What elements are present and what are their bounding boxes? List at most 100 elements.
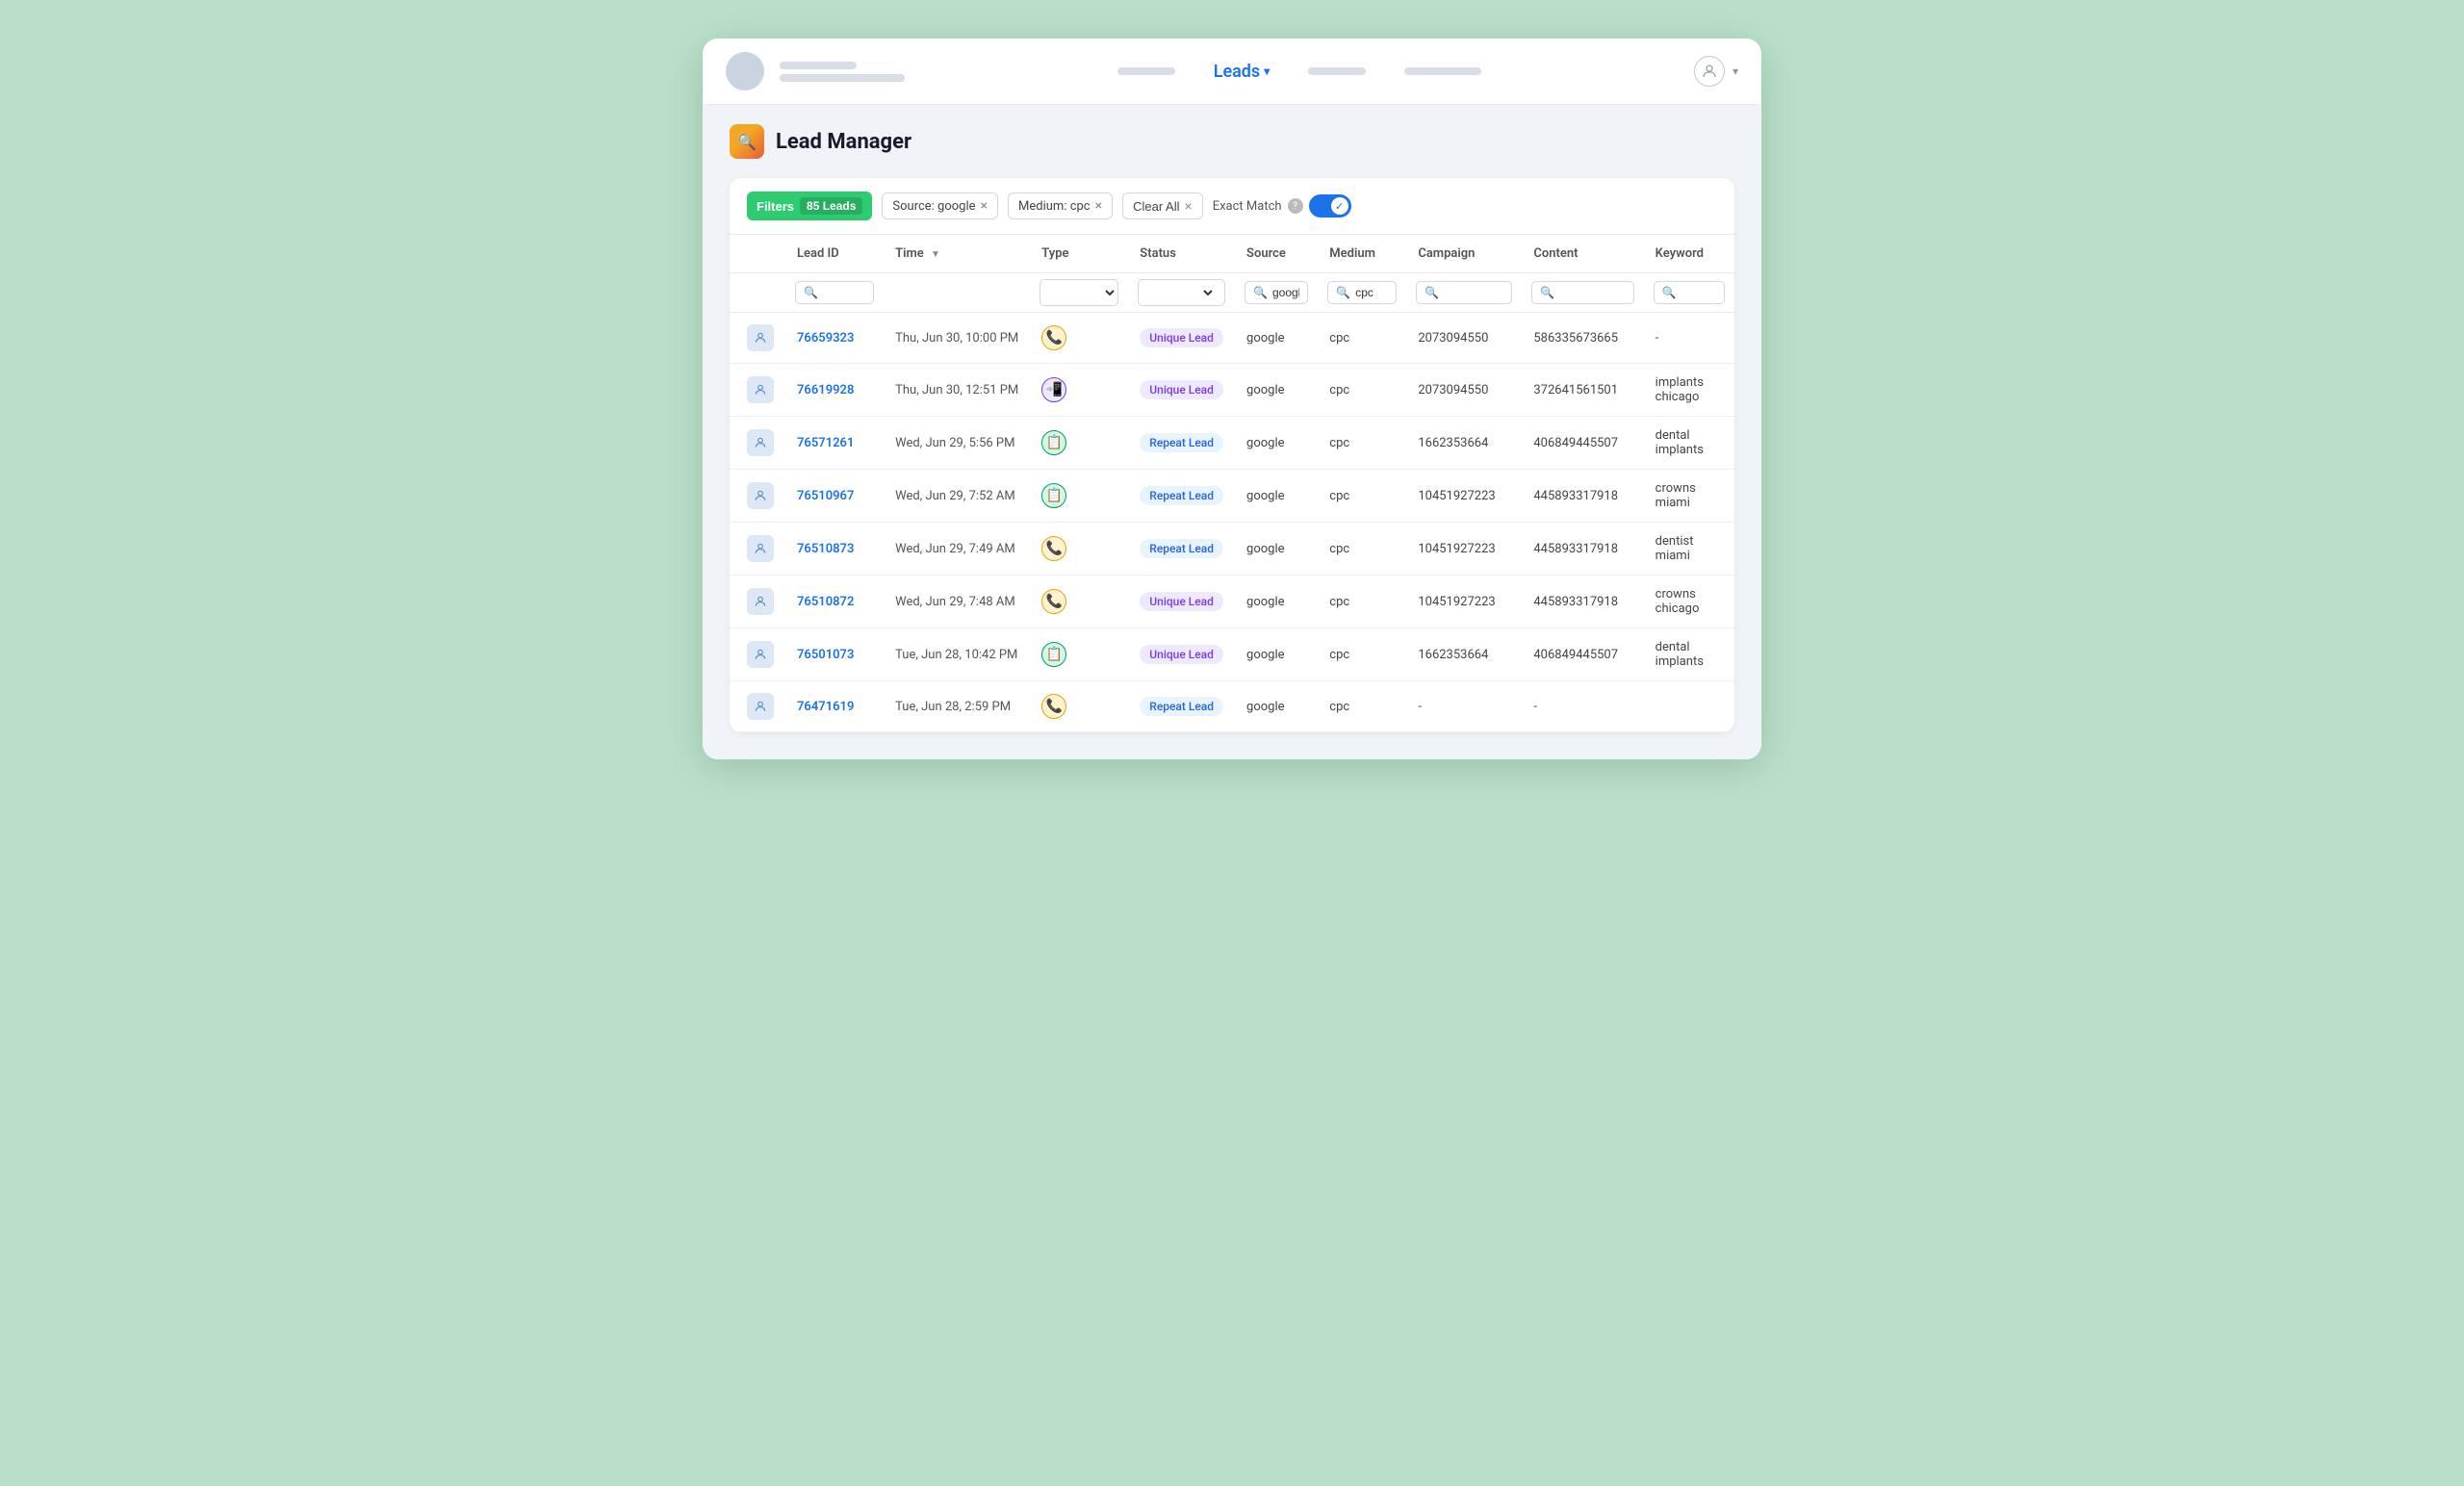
- avatar: [747, 482, 774, 509]
- search-keyword-cell: 🔍: [1644, 273, 1734, 313]
- type-select[interactable]: [1040, 280, 1117, 305]
- col-time[interactable]: Time ▼: [884, 235, 1030, 273]
- row-content-cell: 406849445507: [1522, 417, 1643, 470]
- row-source-cell: google: [1235, 417, 1318, 470]
- row-status-cell: Repeat Lead: [1128, 523, 1235, 576]
- avatar: [747, 588, 774, 615]
- nav-link-1: [1117, 67, 1175, 75]
- lead-id-link[interactable]: 76571261: [797, 436, 854, 450]
- leads-count-badge: 85 Leads: [800, 197, 862, 215]
- lead-id-link[interactable]: 76510873: [797, 542, 854, 556]
- row-type-cell: 📞: [1030, 681, 1128, 732]
- row-time-cell: Tue, Jun 28, 10:42 PM: [884, 628, 1030, 681]
- lead-id-link[interactable]: 76510967: [797, 489, 854, 503]
- search-row: 🔍: [730, 273, 1734, 313]
- filter-bar: Filters 85 Leads Source: google × Medium…: [730, 178, 1734, 235]
- row-content-cell: 372641561501: [1522, 364, 1643, 417]
- row-avatar-cell: [730, 628, 785, 681]
- lead-id-link[interactable]: 76471619: [797, 700, 854, 714]
- medium-filter-tag[interactable]: Medium: cpc ×: [1008, 192, 1113, 219]
- lead-id-search-icon: 🔍: [804, 286, 818, 299]
- exact-match-label: Exact Match: [1213, 199, 1282, 214]
- row-lead-id-cell: 76619928: [785, 364, 884, 417]
- source-filter-remove[interactable]: ×: [981, 198, 988, 214]
- row-medium-cell: cpc: [1318, 576, 1406, 628]
- row-source-cell: google: [1235, 313, 1318, 364]
- nav-link-3: [1404, 67, 1481, 75]
- row-status-cell: Repeat Lead: [1128, 417, 1235, 470]
- filters-label: Filters: [757, 199, 794, 214]
- row-keyword-cell: -: [1644, 313, 1734, 364]
- row-medium-cell: cpc: [1318, 364, 1406, 417]
- row-avatar-cell: [730, 470, 785, 523]
- filters-button[interactable]: Filters 85 Leads: [747, 192, 872, 220]
- type-select-wrap: [1040, 279, 1118, 306]
- row-content-cell: 586335673665: [1522, 313, 1643, 364]
- row-lead-id-cell: 76510967: [785, 470, 884, 523]
- row-type-cell: 📞: [1030, 313, 1128, 364]
- lead-id-link[interactable]: 76501073: [797, 648, 854, 662]
- search-lead-id-cell: 🔍: [785, 273, 884, 313]
- table-row: 76501073 Tue, Jun 28, 10:42 PM 📋 Unique …: [730, 628, 1734, 681]
- status-select-wrap: [1138, 279, 1225, 306]
- avatar: [747, 641, 774, 668]
- nav-link-2: [1308, 67, 1366, 75]
- source-search-input[interactable]: [1272, 286, 1299, 299]
- lead-id-link[interactable]: 76619928: [797, 383, 854, 397]
- lead-id-search-wrap: 🔍: [795, 281, 874, 304]
- clear-all-button[interactable]: Clear All ×: [1122, 192, 1203, 219]
- page-title-row: Lead Manager: [730, 124, 1734, 178]
- nav-title[interactable]: Leads ▾: [1214, 62, 1270, 82]
- keyword-search-icon: 🔍: [1662, 286, 1677, 299]
- campaign-search-wrap: 🔍: [1416, 281, 1512, 304]
- row-type-cell: 📞: [1030, 576, 1128, 628]
- clear-all-x: ×: [1185, 198, 1193, 214]
- keyword-search-wrap: 🔍: [1654, 281, 1725, 304]
- row-campaign-cell: 10451927223: [1406, 523, 1522, 576]
- row-medium-cell: cpc: [1318, 523, 1406, 576]
- row-content-cell: 445893317918: [1522, 576, 1643, 628]
- medium-search-input[interactable]: [1355, 286, 1388, 299]
- search-type-cell: [1030, 273, 1128, 313]
- row-status-cell: Repeat Lead: [1128, 681, 1235, 732]
- medium-filter-remove[interactable]: ×: [1095, 198, 1102, 214]
- row-medium-cell: cpc: [1318, 313, 1406, 364]
- nav-placeholder-lines: [780, 62, 905, 82]
- avatar: [747, 693, 774, 720]
- row-time-cell: Wed, Jun 29, 7:49 AM: [884, 523, 1030, 576]
- keyword-search-input[interactable]: [1681, 286, 1716, 299]
- row-content-cell: 445893317918: [1522, 470, 1643, 523]
- status-badge: Unique Lead: [1140, 645, 1223, 664]
- status-badge: Repeat Lead: [1140, 539, 1223, 558]
- row-avatar-cell: [730, 364, 785, 417]
- row-source-cell: google: [1235, 523, 1318, 576]
- row-source-cell: google: [1235, 470, 1318, 523]
- source-search-icon: 🔍: [1253, 286, 1268, 299]
- row-time-cell: Tue, Jun 28, 2:59 PM: [884, 681, 1030, 732]
- col-source: Source: [1235, 235, 1318, 273]
- lead-id-search-input[interactable]: [823, 286, 865, 299]
- search-source-cell: 🔍: [1235, 273, 1318, 313]
- lead-id-link[interactable]: 76510872: [797, 595, 854, 609]
- row-keyword-cell: implants chicago: [1644, 364, 1734, 417]
- avatar-icon[interactable]: [1694, 56, 1725, 87]
- search-status-cell: [1128, 273, 1235, 313]
- status-badge: Repeat Lead: [1140, 486, 1223, 505]
- avatar: [747, 535, 774, 562]
- nav-line-2: [780, 74, 905, 82]
- content-search-input[interactable]: [1559, 286, 1625, 299]
- lead-id-link[interactable]: 76659323: [797, 331, 854, 346]
- row-type-cell: 📲: [1030, 364, 1128, 417]
- col-type: Type: [1030, 235, 1128, 273]
- nav-title-caret: ▾: [1264, 64, 1270, 78]
- toggle-knob: ✓: [1331, 197, 1348, 215]
- campaign-search-input[interactable]: [1444, 286, 1503, 299]
- source-filter-tag[interactable]: Source: google ×: [882, 192, 998, 219]
- exact-match-help-icon[interactable]: ?: [1288, 198, 1303, 214]
- row-time-cell: Wed, Jun 29, 7:48 AM: [884, 576, 1030, 628]
- status-select[interactable]: [1139, 280, 1216, 305]
- exact-match-toggle[interactable]: ✓: [1309, 194, 1351, 218]
- table-row: 76471619 Tue, Jun 28, 2:59 PM 📞 Repeat L…: [730, 681, 1734, 732]
- medium-filter-label: Medium: cpc: [1018, 199, 1091, 214]
- browser-window: Leads ▾ ▾ Lead Manager: [703, 38, 1761, 759]
